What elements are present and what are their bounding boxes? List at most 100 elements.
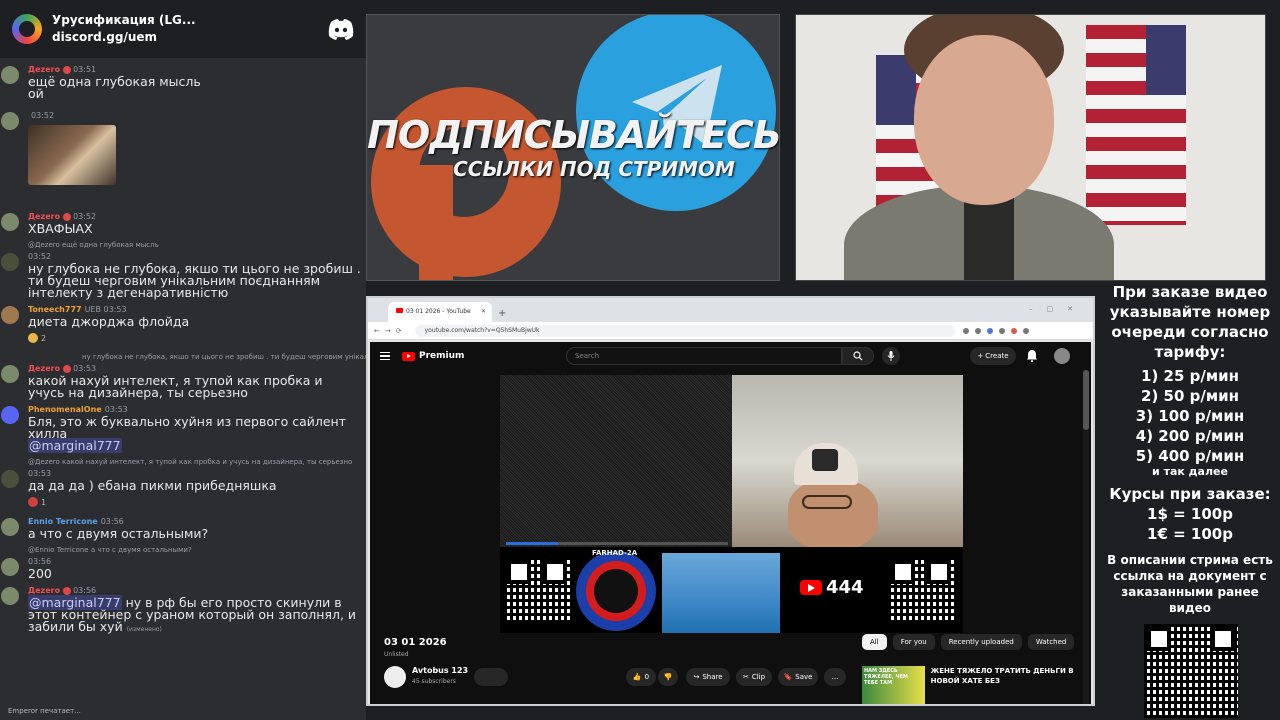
new-tab-button[interactable]: +: [498, 308, 506, 319]
reply-preview[interactable]: @Ennio Terricone а что с двумя остальным…: [0, 545, 366, 556]
nav-buttons-icon[interactable]: ←→⟳: [374, 327, 407, 335]
tariff-item: 5) 400 р/мин: [1135, 447, 1245, 465]
message-text: какой нахуй интелект, я тупой как пробка…: [28, 373, 323, 400]
reaction[interactable]: 1: [28, 497, 46, 507]
channel-name[interactable]: Avtobus 123: [412, 666, 468, 675]
save-label: Save: [795, 673, 813, 681]
channel-avatar[interactable]: [384, 666, 406, 688]
p-logo-stem: [419, 165, 453, 280]
message-text: диета джорджа флойда: [28, 314, 190, 329]
emoji-icon: [28, 333, 38, 343]
browser-tab[interactable]: 03 01 2026 - YouTube ✕: [388, 302, 492, 322]
chat-message: 03:53 да да да ) ебана пикми прибедняшка…: [0, 468, 366, 511]
chip-all[interactable]: All: [862, 634, 887, 650]
share-icon: ↪: [693, 673, 700, 681]
video-progress-bar[interactable]: [506, 542, 728, 545]
reco-thumbnail[interactable]: НАМ ЗДЕСЬ ТЯЖЕЛЕЕ, ЧЕМ ТЕБЕ ТАМ: [862, 666, 925, 704]
subscription-bell-button[interactable]: [474, 668, 508, 686]
username[interactable]: Дezero: [28, 65, 60, 74]
search-input[interactable]: Search: [566, 347, 842, 365]
youtube-favicon-icon: [396, 308, 403, 313]
reply-preview[interactable]: @Дezero какой нахуй интелект, я тупой ка…: [0, 457, 366, 468]
username[interactable]: Дezero: [28, 364, 60, 373]
chat-message: Дezero 03:56 @marginal777 ну в рф бы его …: [0, 585, 366, 636]
avatar[interactable]: [1, 213, 19, 231]
share-label: Share: [702, 673, 723, 681]
like-button[interactable]: 👍 0: [626, 668, 656, 686]
avatar[interactable]: [1, 518, 19, 536]
server-invite-link[interactable]: discord.gg/uem: [52, 29, 196, 46]
more-actions-button[interactable]: ...: [824, 668, 846, 686]
reaction[interactable]: 2: [28, 333, 46, 343]
avatar[interactable]: [1, 253, 19, 271]
rates-heading: Курсы при заказе:: [1109, 485, 1271, 503]
username[interactable]: Ennio Terricone: [28, 517, 98, 526]
save-button[interactable]: 🔖 Save: [778, 668, 818, 686]
dislike-button[interactable]: 👎: [658, 668, 678, 686]
create-button[interactable]: + Create: [970, 347, 1016, 365]
message-list: Дezero 03:51 ещё одна глубокая мысль ой 0…: [0, 58, 366, 636]
server-icon: [12, 14, 42, 44]
glasses-figure: [802, 495, 852, 509]
reco-title[interactable]: ЖЕНЕ ТЯЖЕЛО ТРАТИТЬ ДЕНЬГИ В НОВОЙ ХАТЕ …: [931, 666, 1087, 704]
hamburger-menu-icon[interactable]: [380, 352, 390, 360]
reaction-count: 2: [41, 333, 47, 343]
youtube-masthead: Premium Search + Create: [370, 342, 1091, 370]
cap-figure: [794, 443, 858, 485]
avatar[interactable]: [1, 406, 19, 424]
avatar[interactable]: [1, 470, 19, 488]
username[interactable]: Дezero: [28, 586, 60, 595]
avatar[interactable]: [1, 112, 19, 130]
reply-preview[interactable]: @Дezero ещё одна глубокая мысль: [0, 240, 366, 251]
like-count: 0: [644, 673, 650, 681]
avatar[interactable]: [1, 66, 19, 84]
avatar[interactable]: [1, 306, 19, 324]
video-player[interactable]: FARHAD-2A 444: [500, 375, 963, 633]
avatar[interactable]: [1, 558, 19, 576]
message-text: 200: [28, 566, 52, 581]
static-noise-video: [500, 375, 732, 547]
recommendation-filter-chips: All For you Recently uploaded Watched: [862, 634, 1075, 650]
username[interactable]: Дezero: [28, 212, 60, 221]
window-controls[interactable]: –▢✕: [1029, 305, 1087, 313]
message-text: да да да ) ебана пикми прибедняшка: [28, 478, 277, 493]
extension-icons[interactable]: [962, 327, 1029, 334]
user-mention[interactable]: @marginal777: [28, 438, 122, 453]
chip-recently-uploaded[interactable]: Recently uploaded: [940, 634, 1022, 650]
attached-image[interactable]: [28, 125, 116, 185]
visibility-label: Unlisted: [384, 651, 409, 658]
reply-preview[interactable]: ну глубока не глубока, якшо ти цього не …: [0, 352, 366, 363]
recommended-video[interactable]: НАМ ЗДЕСЬ ТЯЖЕЛЕЕ, ЧЕМ ТЕБЕ ТАМ ЖЕНЕ ТЯЖ…: [862, 666, 1087, 704]
chip-watched[interactable]: Watched: [1027, 634, 1075, 650]
timestamp: 03:52: [28, 252, 52, 261]
create-label: Create: [985, 352, 1009, 360]
chat-message: Дezero 03:53 какой нахуй интелект, я тупо…: [0, 363, 366, 399]
message-text: ой: [28, 86, 44, 101]
qr-code-icon: [504, 557, 570, 623]
account-avatar[interactable]: [1054, 348, 1070, 364]
role-badge-icon: [63, 364, 72, 373]
message-text: ХВАФЫАХ: [28, 221, 93, 236]
avatar[interactable]: [1, 365, 19, 383]
username[interactable]: Toneech777: [28, 305, 82, 314]
message-text: ещё одна глубокая мысль: [28, 74, 201, 89]
close-tab-icon[interactable]: ✕: [481, 308, 486, 315]
avatar[interactable]: [1, 587, 19, 605]
message-text: Бля, это ж буквально хуйня из первого са…: [28, 414, 346, 441]
chip-for-you[interactable]: For you: [892, 634, 935, 650]
share-button[interactable]: ↪ Share: [686, 668, 730, 686]
user-tag: UEB: [84, 305, 101, 314]
qr-code-icon: [888, 557, 954, 623]
url-field[interactable]: youtube.com/watch?v=Q5hSMuBjwUk: [414, 324, 955, 337]
page-scrollbar[interactable]: [1083, 370, 1089, 704]
timestamp: 03:53: [73, 364, 97, 373]
notifications-bell-icon[interactable]: [1026, 349, 1038, 362]
youtube-logo[interactable]: Premium: [402, 351, 464, 361]
scrollbar-thumb[interactable]: [1083, 370, 1089, 430]
discord-server-header[interactable]: Урусификация (LG... discord.gg/uem: [0, 0, 366, 58]
voice-search-button[interactable]: [882, 347, 900, 365]
logo-text: Premium: [419, 351, 465, 361]
clip-button[interactable]: ✂ Clip: [736, 668, 772, 686]
username[interactable]: PhenomenalOne: [28, 405, 102, 414]
search-button[interactable]: [842, 347, 874, 365]
